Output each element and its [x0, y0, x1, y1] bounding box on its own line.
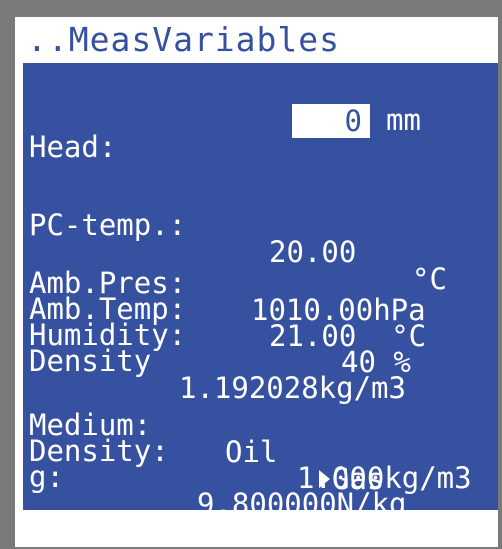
head-label: Head: [29, 130, 117, 164]
air-density-label: Density [29, 344, 152, 378]
pc-temp-unit: °C [412, 262, 447, 296]
menu-title: ..MeasVariables [27, 20, 341, 59]
pc-temp-value: 20.00 [269, 235, 357, 269]
softkey-bar [15, 510, 498, 547]
head-row: Head: [29, 107, 134, 188]
head-input[interactable]: 0 [292, 104, 370, 138]
head-unit: mm [386, 103, 421, 137]
device-display: ..MeasVariables Head: 0 mm PC-temp.: 20.… [15, 17, 498, 547]
pc-temp-label: PC-temp.: [29, 208, 187, 242]
gravity-label: g: [29, 460, 64, 494]
measurement-screen: Head: 0 mm PC-temp.: 20.00 °C Amb.Pres: … [23, 63, 498, 519]
medium-option-oil[interactable]: Oil [225, 438, 277, 467]
title-bar: ..MeasVariables [15, 17, 498, 63]
air-density-value: 1.192028kg/m3 [179, 371, 406, 405]
